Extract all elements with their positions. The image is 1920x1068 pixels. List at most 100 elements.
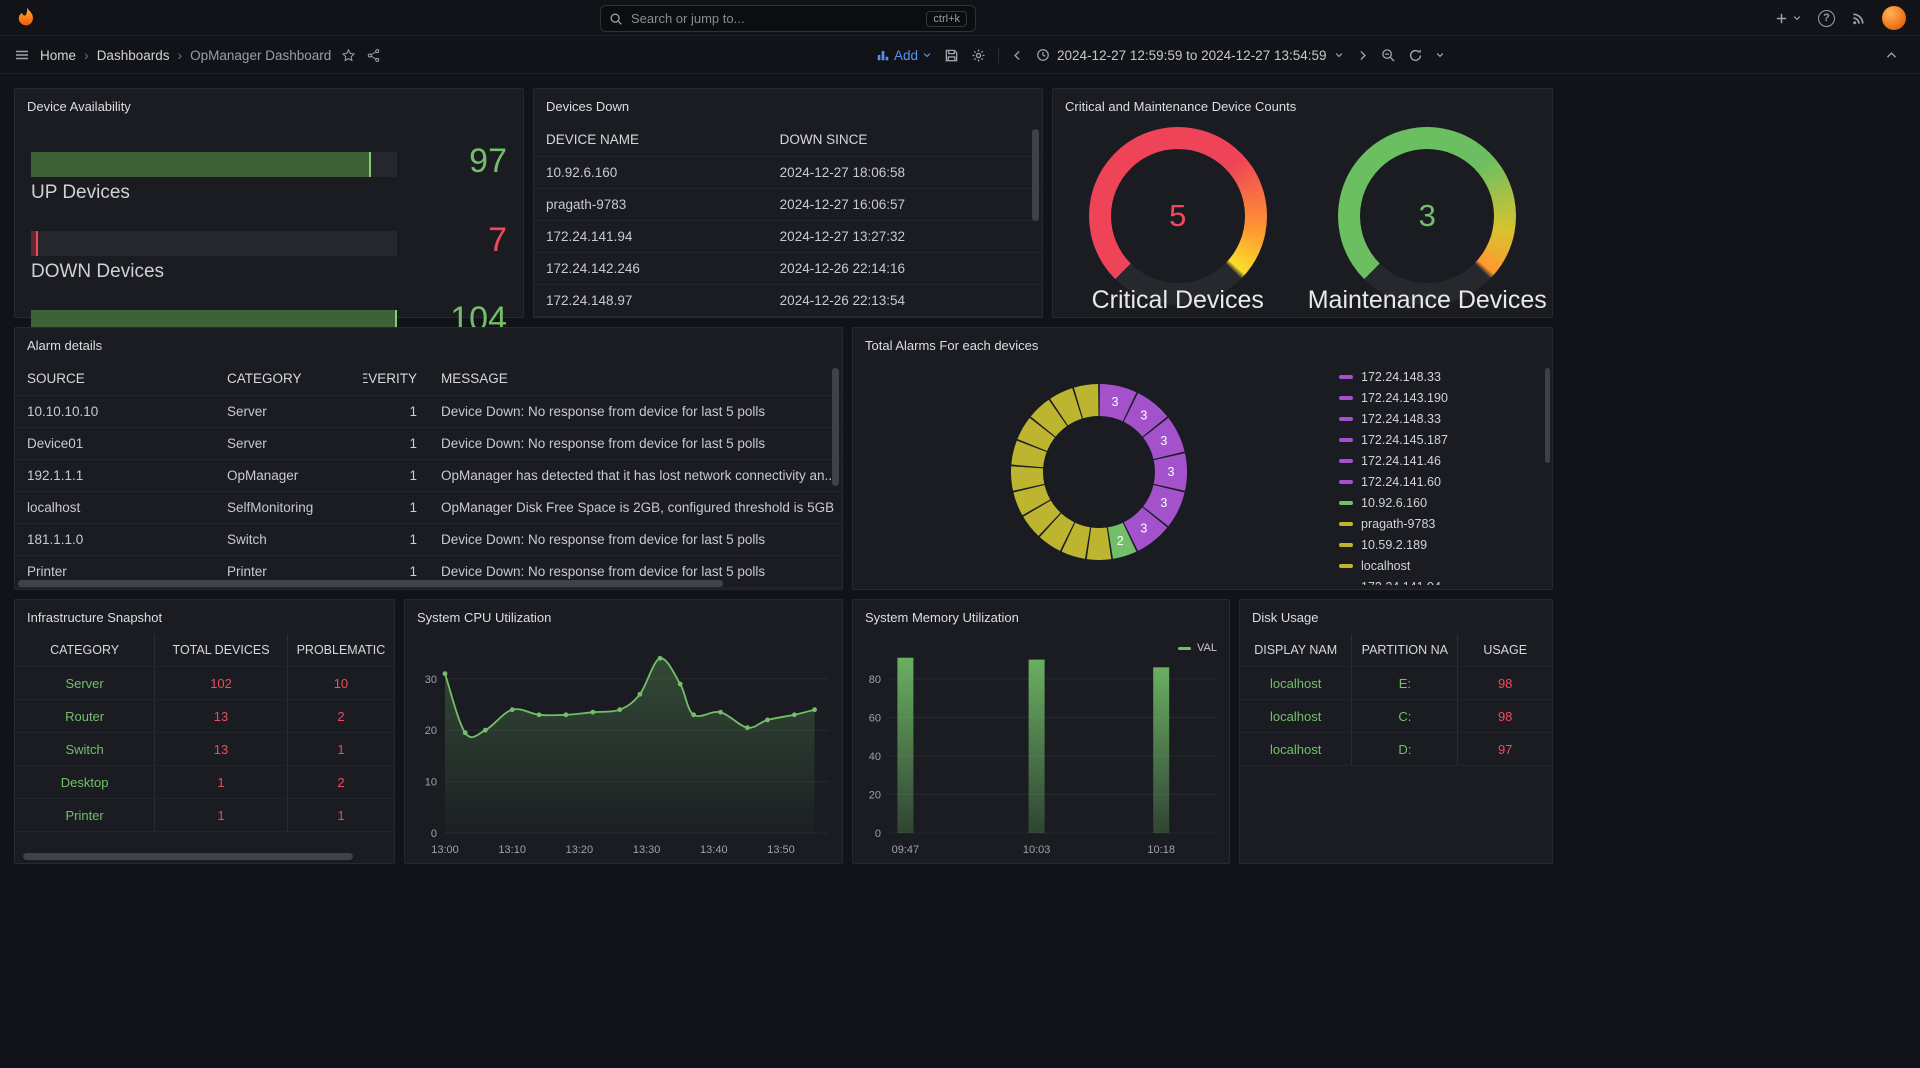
- column-header[interactable]: DOWN SINCE: [768, 123, 1042, 156]
- panel-title[interactable]: Total Alarms For each devices: [865, 338, 1038, 353]
- panel-title[interactable]: Device Availability: [27, 99, 131, 114]
- vertical-scrollbar-thumb[interactable]: [1032, 129, 1039, 221]
- help-icon[interactable]: ?: [1818, 10, 1835, 27]
- table-cell[interactable]: Desktop: [15, 766, 155, 798]
- gauge[interactable]: 5 Critical Devices: [1053, 123, 1303, 317]
- add-new-button[interactable]: [1774, 11, 1802, 26]
- cpu-chart[interactable]: 010203013:0013:1013:2013:3013:4013:50: [405, 634, 842, 863]
- memory-chart[interactable]: 02040608009:4710:0310:18: [853, 634, 1229, 863]
- memory-bar[interactable]: [1153, 667, 1169, 833]
- breadcrumb-item[interactable]: OpManager Dashboard: [190, 48, 331, 63]
- table-cell: D:: [1352, 733, 1458, 765]
- legend-item[interactable]: 172.24.143.190: [1333, 387, 1542, 408]
- panel-title[interactable]: System CPU Utilization: [417, 610, 551, 625]
- table-cell[interactable]: Router: [15, 700, 155, 732]
- column-header[interactable]: PARTITION NA: [1352, 634, 1458, 666]
- column-header[interactable]: MESSAGE: [429, 362, 842, 395]
- svg-text:13:00: 13:00: [431, 844, 459, 856]
- table-row: 10.10.10.10Server1Device Down: No respon…: [15, 396, 842, 428]
- column-header[interactable]: DISPLAY NAM: [1240, 634, 1352, 666]
- column-header[interactable]: CATEGORY: [215, 362, 363, 395]
- menu-toggle-icon[interactable]: [14, 47, 30, 63]
- column-header[interactable]: DEVICE NAME: [534, 123, 768, 156]
- refresh-icon[interactable]: [1408, 48, 1423, 63]
- panel-title[interactable]: System Memory Utilization: [865, 610, 1019, 625]
- grafana-logo[interactable]: [14, 6, 38, 30]
- column-header[interactable]: USAGE: [1458, 634, 1552, 666]
- legend-item[interactable]: 172.24.148.33: [1333, 366, 1542, 387]
- legend-scrollbar-thumb[interactable]: [1545, 368, 1550, 463]
- memory-bar[interactable]: [897, 658, 913, 833]
- horizontal-scrollbar-thumb[interactable]: [23, 853, 353, 860]
- time-range-picker[interactable]: 2024-12-27 12:59:59 to 2024-12-27 13:54:…: [1036, 48, 1343, 63]
- legend-item[interactable]: 172.24.148.33: [1333, 408, 1542, 429]
- news-icon[interactable]: [1851, 11, 1866, 26]
- legend-item[interactable]: 172.24.141.46: [1333, 450, 1542, 471]
- legend-item[interactable]: 172.24.141.60: [1333, 471, 1542, 492]
- column-header[interactable]: SEVERITY: [363, 362, 429, 395]
- svg-text:13:20: 13:20: [566, 844, 594, 856]
- add-panel-button[interactable]: Add: [876, 48, 932, 63]
- horizontal-scrollbar-thumb[interactable]: [18, 580, 723, 587]
- collapse-toolbar-icon[interactable]: [1885, 36, 1898, 74]
- table-cell: OpManager has detected that it has lost …: [429, 460, 842, 491]
- time-range-label: 2024-12-27 12:59:59 to 2024-12-27 13:54:…: [1057, 48, 1326, 63]
- column-header[interactable]: CATEGORY: [15, 634, 155, 666]
- svg-text:10:18: 10:18: [1147, 844, 1175, 856]
- alarms-donut-chart[interactable]: 3333332: [853, 362, 1333, 591]
- bar-chart-icon: [876, 48, 890, 62]
- table-cell[interactable]: localhost: [1240, 667, 1352, 699]
- table-cell: Device01: [15, 428, 215, 459]
- svg-text:0: 0: [875, 828, 881, 840]
- column-header[interactable]: SOURCE: [15, 362, 215, 395]
- breadcrumb-item[interactable]: Dashboards: [97, 48, 170, 63]
- panel-title[interactable]: Disk Usage: [1252, 610, 1318, 625]
- column-header[interactable]: PROBLEMATIC: [288, 634, 394, 666]
- user-avatar[interactable]: [1882, 6, 1906, 30]
- gauge[interactable]: 3 Maintenance Devices: [1303, 123, 1553, 317]
- legend-item[interactable]: 172.24.141.94: [1333, 576, 1542, 585]
- bar-gauge: UP Devices 97: [31, 125, 507, 204]
- legend-item[interactable]: 10.59.2.189: [1333, 534, 1542, 555]
- breadcrumb-separator-icon: ›: [177, 47, 182, 63]
- table-cell[interactable]: Switch: [15, 733, 155, 765]
- memory-legend-item[interactable]: VAL: [1178, 642, 1217, 654]
- time-shift-back-icon[interactable]: [1011, 49, 1024, 62]
- legend-item[interactable]: 10.92.6.160: [1333, 492, 1542, 513]
- panel-title[interactable]: Alarm details: [27, 338, 102, 353]
- table-cell: 2024-12-26 22:13:54: [768, 285, 1042, 316]
- table-cell[interactable]: Server: [15, 667, 155, 699]
- memory-bar[interactable]: [1029, 660, 1045, 833]
- column-header[interactable]: TOTAL DEVICES: [155, 634, 288, 666]
- search-bar[interactable]: ctrl+k: [600, 5, 976, 32]
- zoom-out-icon[interactable]: [1381, 48, 1396, 63]
- search-input[interactable]: [631, 11, 918, 26]
- save-dashboard-icon[interactable]: [944, 48, 959, 63]
- panel-title[interactable]: Infrastructure Snapshot: [27, 610, 162, 625]
- table-cell: 192.1.1.1: [15, 460, 215, 491]
- breadcrumb-item[interactable]: Home: [40, 48, 76, 63]
- vertical-scrollbar-thumb[interactable]: [832, 368, 839, 486]
- refresh-interval-caret-icon[interactable]: [1435, 50, 1445, 60]
- table-cell[interactable]: localhost: [1240, 700, 1352, 732]
- table-cell[interactable]: Printer: [15, 799, 155, 831]
- donut-segment[interactable]: [1087, 527, 1111, 560]
- topnav-actions: ?: [1774, 0, 1906, 36]
- bar-gauge-value: 7: [411, 204, 507, 256]
- legend-item[interactable]: pragath-9783: [1333, 513, 1542, 534]
- table-cell: Switch: [215, 524, 363, 555]
- gauge-arc: 3: [1338, 127, 1516, 305]
- panel-title[interactable]: Critical and Maintenance Device Counts: [1065, 99, 1296, 114]
- panel-title[interactable]: Devices Down: [546, 99, 629, 114]
- legend-label: 172.24.143.190: [1361, 391, 1448, 405]
- svg-text:30: 30: [425, 674, 437, 686]
- table-cell[interactable]: localhost: [1240, 733, 1352, 765]
- svg-text:60: 60: [869, 712, 881, 724]
- legend-item[interactable]: localhost: [1333, 555, 1542, 576]
- favorite-star-icon[interactable]: [341, 48, 356, 63]
- svg-text:40: 40: [869, 751, 881, 763]
- time-shift-forward-icon[interactable]: [1356, 49, 1369, 62]
- dashboard-settings-icon[interactable]: [971, 48, 986, 63]
- share-icon[interactable]: [366, 48, 381, 63]
- legend-item[interactable]: 172.24.145.187: [1333, 429, 1542, 450]
